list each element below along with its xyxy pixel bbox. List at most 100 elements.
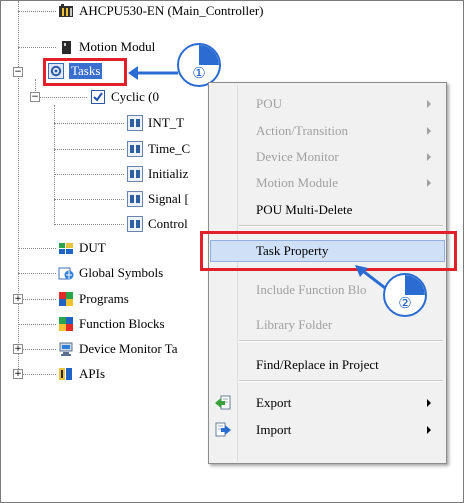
menu-item-find-replace[interactable]: Find/Replace in Project: [210, 354, 445, 376]
menu-item-label: Motion Module: [256, 175, 338, 190]
task-block-icon: [127, 166, 143, 182]
tree-guide-line: [18, 11, 56, 12]
global-symbols-icon: [58, 265, 74, 281]
tree-item-task[interactable]: Signal [: [127, 190, 189, 208]
tree-item-programs[interactable]: Programs: [58, 290, 129, 308]
menu-item-label: Action/Transition: [256, 123, 348, 138]
tree-item-label: Motion Modul: [79, 39, 156, 54]
tree-item-task[interactable]: Initializ: [127, 165, 188, 183]
menu-item-pou[interactable]: POU: [210, 93, 445, 115]
tree-item-label: Function Blocks: [79, 316, 165, 331]
tree-guide-line: [18, 47, 56, 48]
tree-guide-line: [54, 174, 124, 175]
tree-item-label: Signal [: [148, 191, 189, 206]
menu-separator: [239, 380, 443, 382]
tree-item-label: AHCPU530-EN (Main_Controller): [79, 3, 264, 18]
tree-item-label: APIs: [79, 366, 106, 381]
menu-item-device-monitor[interactable]: Device Monitor: [210, 146, 445, 168]
tree-guide-line: [18, 248, 56, 249]
tree-guide-line: [18, 374, 56, 375]
tasks-highlight-box: [43, 58, 127, 86]
tree-guide-line: [18, 273, 56, 274]
step-1-number: ①: [192, 64, 206, 82]
tree-item-device-monitor[interactable]: Device Monitor Ta: [58, 340, 178, 358]
submenu-arrow-icon: [427, 100, 431, 108]
task-block-icon: [127, 141, 143, 157]
project-tree-panel: − − + + + AHCPU530-EN (Main_Controller) …: [0, 0, 464, 503]
menu-item-label: POU: [256, 96, 283, 111]
tree-item-label: Device Monitor Ta: [79, 341, 178, 356]
function-blocks-icon: [58, 316, 74, 332]
menu-item-label: POU Multi-Delete: [256, 202, 353, 217]
collapse-cyclic-icon[interactable]: −: [30, 92, 40, 102]
menu-item-label: Import: [256, 422, 292, 437]
task-block-icon: [127, 115, 143, 131]
tree-item-cyclic[interactable]: Cyclic (0: [90, 88, 159, 106]
step-2-callout: ②: [383, 273, 427, 317]
step-1-callout: ①: [177, 43, 221, 87]
pointer-arrow-1: [128, 66, 178, 80]
expand-device-monitor-icon[interactable]: +: [13, 344, 23, 354]
tree-guide-line: [37, 97, 87, 98]
submenu-arrow-icon: [427, 426, 431, 434]
tree-item-label: Programs: [79, 291, 129, 306]
tree-item-cpu[interactable]: AHCPU530-EN (Main_Controller): [58, 2, 264, 20]
motion-module-icon: [58, 39, 74, 55]
tree-item-label: INT_T: [148, 115, 185, 130]
tree-guide-line: [54, 224, 124, 225]
tree-item-label: Global Symbols: [79, 265, 164, 280]
tree-guide-line: [35, 79, 36, 93]
menu-item-export[interactable]: Export: [210, 392, 445, 414]
menu-item-label: Include Function Blo: [256, 282, 367, 297]
step-2-number: ②: [398, 294, 412, 312]
tree-item-label: Cyclic (0: [111, 89, 160, 104]
tree-item-label: DUT: [79, 240, 106, 255]
task-block-icon: [127, 216, 143, 232]
tree-item-global-symbols[interactable]: Global Symbols: [58, 264, 163, 282]
collapse-tasks-icon[interactable]: −: [13, 67, 23, 77]
tree-guide-line: [18, 349, 56, 350]
tree-item-task[interactable]: INT_T: [127, 114, 184, 132]
menu-item-import[interactable]: Import: [210, 419, 445, 441]
tree-guide-line: [18, 299, 56, 300]
dut-icon: [58, 240, 74, 256]
tree-item-dut[interactable]: DUT: [58, 239, 106, 257]
tree-item-task[interactable]: Control: [127, 215, 188, 233]
tree-item-task[interactable]: Time_C: [127, 140, 190, 158]
export-icon: [215, 395, 231, 411]
menu-item-library-folder[interactable]: Library Folder: [210, 314, 445, 336]
programs-icon: [58, 291, 74, 307]
tree-item-function-blocks[interactable]: Function Blocks: [58, 315, 165, 333]
tree-guide-line: [54, 149, 124, 150]
menu-separator: [239, 225, 443, 227]
tree-guide-line: [54, 199, 124, 200]
menu-item-motion-module[interactable]: Motion Module: [210, 172, 445, 194]
tree-guide-line: [54, 123, 124, 124]
import-icon: [215, 422, 231, 438]
checkbox-checked-icon[interactable]: [90, 89, 106, 105]
tree-guide-line: [18, 1, 19, 373]
menu-item-label: Library Folder: [256, 317, 333, 332]
task-property-highlight-box: [200, 231, 457, 271]
tree-item-apis[interactable]: APIs: [58, 365, 105, 383]
submenu-arrow-icon: [427, 153, 431, 161]
expand-apis-icon[interactable]: +: [13, 369, 23, 379]
tree-guide-line: [18, 324, 56, 325]
expand-programs-icon[interactable]: +: [13, 294, 23, 304]
tree-item-motion-module[interactable]: Motion Modul: [58, 38, 155, 56]
menu-item-label: Export: [256, 395, 292, 410]
menu-separator: [239, 340, 443, 342]
menu-item-action-transition[interactable]: Action/Transition: [210, 120, 445, 142]
apis-icon: [58, 366, 74, 382]
tree-item-label: Control: [148, 216, 188, 231]
submenu-arrow-icon: [427, 127, 431, 135]
submenu-arrow-icon: [427, 179, 431, 187]
tree-item-label: Time_C: [148, 141, 191, 156]
submenu-arrow-icon: [427, 399, 431, 407]
tree-item-label: Initializ: [148, 166, 189, 181]
menu-item-pou-multi-delete[interactable]: POU Multi-Delete: [210, 199, 445, 221]
menu-item-label: Find/Replace in Project: [256, 357, 379, 372]
plc-cpu-icon: [58, 3, 74, 19]
device-monitor-icon: [58, 341, 74, 357]
menu-item-label: Device Monitor: [256, 149, 339, 164]
